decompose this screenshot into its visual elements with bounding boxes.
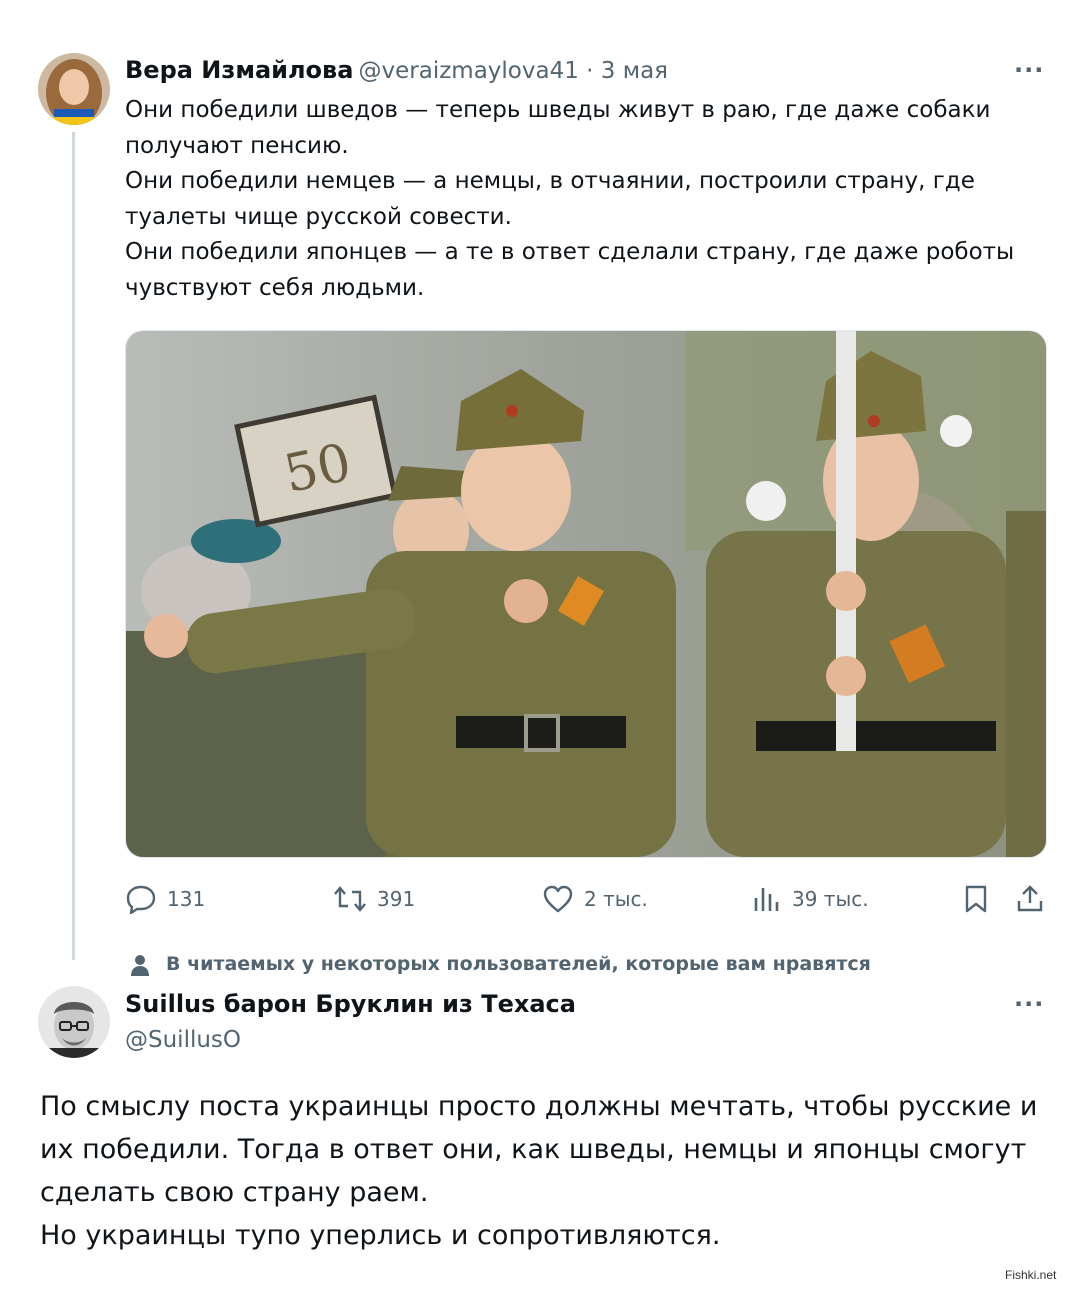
tweet1-header: Вера Измайлова @veraizmaylova41 · 3 мая [125,56,668,84]
repost-action[interactable]: 391 [333,884,415,914]
author-handle-2[interactable]: @SuillusO [125,1027,241,1053]
person-icon [131,955,149,976]
thread-line [72,132,75,960]
share-button[interactable] [1015,884,1045,918]
person-icon-wrap [128,953,152,981]
avatar-suillus[interactable] [38,986,110,1058]
author-handle-date[interactable]: @veraizmaylova41 · 3 мая [359,58,668,84]
bookmark-icon [965,885,987,913]
views-icon [754,888,779,911]
tweet2-text: По смыслу поста украинцы просто должны м… [40,1085,1050,1257]
more-options-icon[interactable]: ··· [1014,56,1044,84]
author-name-2[interactable]: Suillus барон Бруклин из Техаса [125,990,576,1018]
reply-icon [126,885,156,914]
tweet1-paragraph: Они победили шведов — теперь шведы живут… [125,97,991,159]
tweet2-paragraph: Но украинцы тупо уперлись и сопротивляют… [40,1220,721,1251]
like-action[interactable]: 2 тыс. [542,884,648,914]
repost-count: 391 [377,887,416,911]
share-icon [1017,885,1043,912]
context-note: В читаемых у некоторых пользователей, ко… [166,953,871,975]
like-icon [543,885,573,913]
avatar-vera[interactable] [38,53,110,125]
tweet2-paragraph: По смыслу поста украинцы просто должны м… [40,1091,1038,1208]
like-count: 2 тыс. [584,887,648,911]
watermark: Fishki.net [1005,1268,1057,1282]
tweet-photo[interactable]: 50 [125,330,1047,858]
more-options-icon-2[interactable]: ··· [1014,990,1044,1018]
tweet1-text: Они победили шведов — теперь шведы живут… [125,93,1025,306]
author-name[interactable]: Вера Измайлова [125,56,353,84]
bookmark-button[interactable] [962,884,990,918]
repost-icon [334,886,366,912]
reply-count: 131 [167,887,206,911]
reply-action[interactable]: 131 [125,884,205,914]
views-count: 39 тыс. [792,887,869,911]
views-action[interactable]: 39 тыс. [752,884,869,914]
tweet1-paragraph: Они победили японцев — а те в ответ сдел… [125,239,1015,301]
tweet1-paragraph: Они победили немцев — а немцы, в отчаяни… [125,168,975,230]
